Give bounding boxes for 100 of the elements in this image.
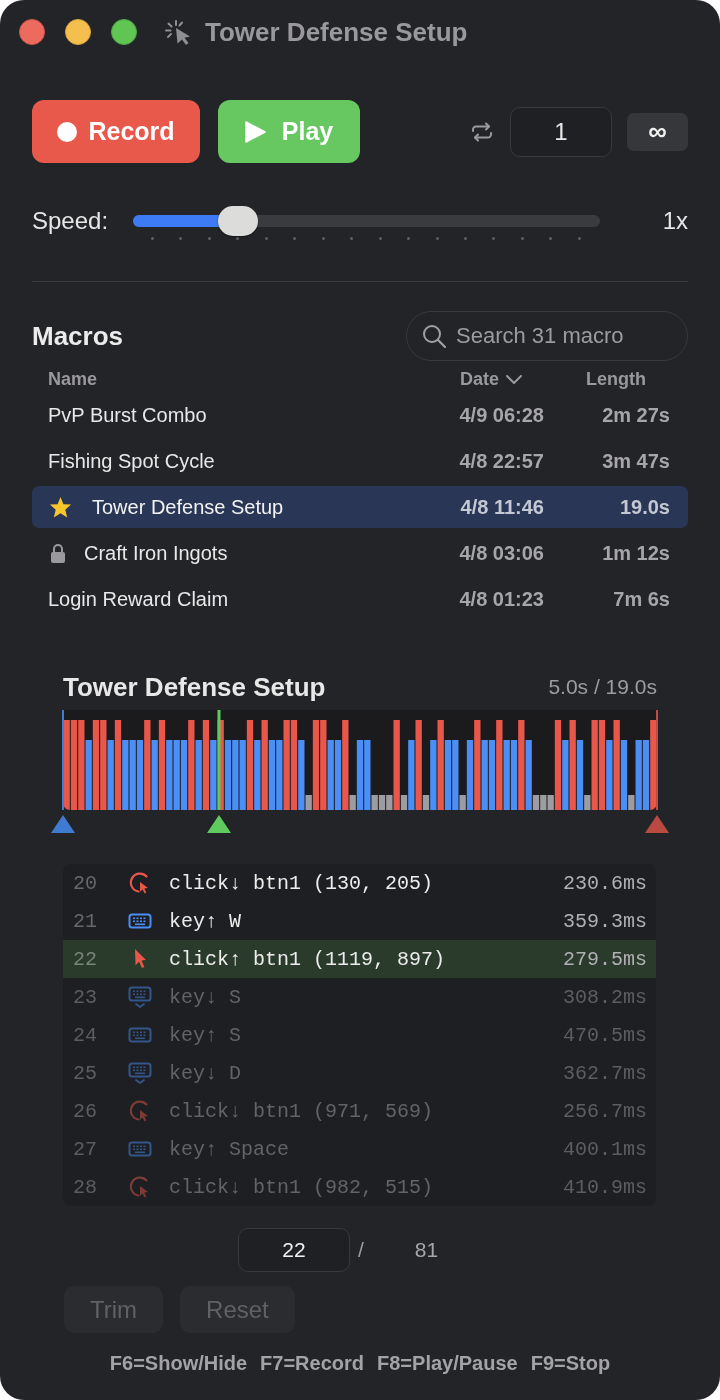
key-event-bar [210,740,217,810]
tick-mark [350,237,354,240]
key-event-bar [606,740,613,810]
slider-thumb[interactable] [218,206,259,236]
event-duration: 400.1ms [563,1137,647,1161]
column-header[interactable]: Name [48,368,98,390]
tick-mark [236,237,240,240]
tick-mark [293,237,297,240]
minimize-button[interactable] [65,19,91,45]
event-row[interactable]: 27 key↑ Space 400.1ms [63,1130,656,1168]
tick-mark [407,237,411,240]
record-button[interactable]: Record [32,100,200,163]
short-event-bar [422,795,430,810]
event-index: 23 [73,985,97,1009]
event-row[interactable]: 25 key↓ D 362.7ms [63,1054,656,1092]
macro-length: 19.0s [619,495,670,519]
key-event-bar [525,740,532,810]
macro-row[interactable]: PvP Burst Combo 4/9 06:28 2m 27s [32,394,688,436]
repeat-count-field[interactable]: 1 [510,106,612,157]
shortcut-hint: F9=Stop [530,1352,611,1374]
event-index: 24 [73,1023,97,1047]
tick-mark [321,237,325,240]
key-event-bar [298,740,305,810]
repeat-icon [470,121,494,142]
event-row[interactable]: 20 click↓ btn1 (130, 205) 230.6ms [63,864,656,902]
event-row[interactable]: 22 click↑ btn1 (1119, 897) 279.5ms [63,940,656,978]
column-header[interactable]: Date [460,368,522,390]
search-field[interactable]: Search 31 macro [406,311,688,361]
macro-length: 3m 47s [602,449,670,473]
playhead-handle[interactable] [207,710,232,833]
event-action: click↓ btn1 (130, 205) [169,871,435,895]
event-action: click↓ btn1 (982, 515) [169,1175,435,1199]
event-row[interactable]: 21 key↑ W 359.3ms [63,902,656,940]
macro-row[interactable]: Login Reward Claim 4/8 01:23 7m 6s [32,578,688,620]
timeline-time: 5.0s / 19.0s [548,675,657,699]
event-index: 22 [73,947,97,971]
event-action: key↑ Space [169,1137,291,1161]
event-row[interactable]: 26 click↓ btn1 (971, 569) 256.7ms [63,1092,656,1130]
trim-start-handle[interactable] [51,710,75,833]
section-title: Macros [32,320,124,352]
tick-mark [151,237,154,240]
macro-date: 4/8 01:23 [459,587,544,611]
timeline-track[interactable] [63,710,657,810]
zoom-button[interactable] [111,19,137,45]
short-event-bar [349,795,356,810]
event-duration: 230.6ms [563,871,647,895]
timeline-title: Tower Defense Setup [63,671,326,703]
tick-mark [378,237,382,240]
search-icon [422,324,446,348]
event-row[interactable]: 23 key↓ S 308.2ms [63,978,656,1016]
key-event-bar [195,740,202,810]
tick-mark [435,237,439,240]
shortcut-hint: F7=Record [260,1352,365,1374]
key-event-bar [466,740,474,810]
key-event-bar [254,740,261,810]
macro-row[interactable]: Craft Iron Ingots 4/8 03:06 1m 12s [32,532,688,574]
key-event-bar [151,740,158,810]
event-row[interactable]: 28 click↓ btn1 (982, 515) 410.9ms [63,1168,656,1206]
event-action: key↓ D [169,1061,242,1085]
event-duration: 470.5ms [563,1023,647,1047]
key-event-bar [620,740,628,810]
close-button[interactable] [19,19,45,45]
speed-slider[interactable] [133,206,600,236]
macro-name: Fishing Spot Cycle [48,449,215,473]
tick-mark [464,237,467,240]
tick-mark [577,237,581,240]
infinite-repeat-button[interactable]: ∞ [627,112,688,151]
macro-row[interactable]: Tower Defense Setup 4/8 11:46 19.0s [32,486,688,528]
tick-mark [264,237,268,240]
column-header[interactable]: Length [586,368,646,390]
short-event-bar [459,795,466,810]
macro-date: 4/8 03:06 [459,541,544,565]
record-icon [57,121,78,142]
tick-mark [549,237,553,240]
event-duration: 308.2ms [563,985,647,1009]
macro-name: Login Reward Claim [48,587,229,611]
macro-length: 1m 12s [602,541,670,565]
event-index: 20 [73,871,97,895]
event-position-field[interactable]: 22 [238,1228,350,1272]
macro-length: 2m 27s [602,403,670,427]
event-index: 26 [73,1099,97,1123]
speed-reading: 1x [662,206,688,236]
shortcut-hint: F8=Play/Pause [377,1352,518,1374]
tick-mark [492,237,496,240]
macro-row[interactable]: Fishing Spot Cycle 4/8 22:57 3m 47s [32,440,688,482]
macro-name: Tower Defense Setup [92,495,284,519]
window-title: Tower Defense Setup [205,16,468,48]
key-event-bar [562,740,569,810]
key-event-bar [430,740,437,810]
keyboard-down-icon [128,985,152,1009]
key-event-bar [408,740,415,810]
event-action: click↓ btn1 (971, 569) [169,1099,435,1123]
event-index: 25 [73,1061,97,1085]
event-index: 21 [73,909,97,933]
event-action: key↑ W [169,909,242,933]
trim-end-handle[interactable] [645,710,669,833]
event-row[interactable]: 24 key↑ S 470.5ms [63,1016,656,1054]
macro-date: 4/8 11:46 [460,495,544,519]
macro-date: 4/9 06:28 [459,403,544,427]
event-index: 27 [73,1137,97,1161]
